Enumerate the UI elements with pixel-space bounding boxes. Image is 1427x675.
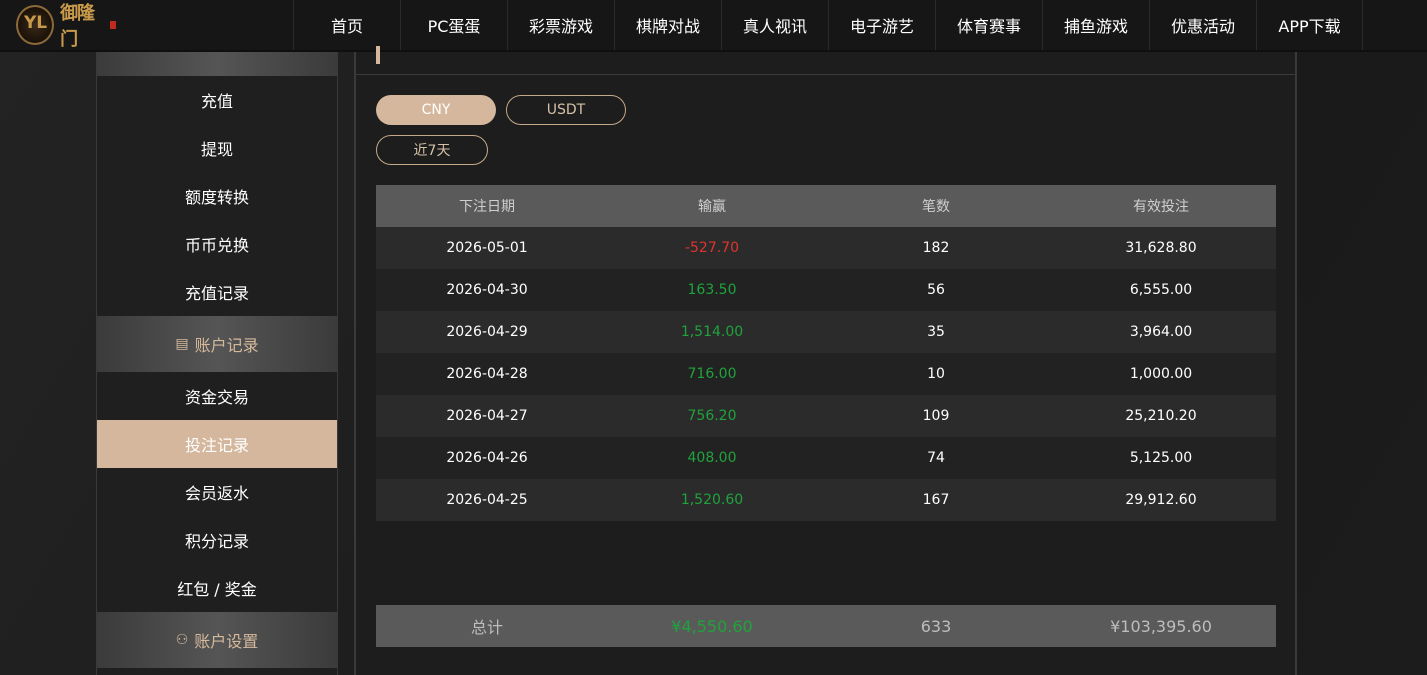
col-header-date: 下注日期 bbox=[459, 199, 515, 215]
sidebar-item-bet-records[interactable]: 投注记录 bbox=[97, 420, 337, 468]
cell-date: 2026-05-01 bbox=[446, 240, 528, 256]
panel-header bbox=[356, 46, 1295, 75]
currency-tab-cny[interactable]: CNY bbox=[376, 95, 496, 125]
cell-count: 109 bbox=[922, 408, 950, 424]
logo-emblem-icon: YL bbox=[16, 5, 55, 45]
table-row: 2026-04-29 1,514.00 35 3,964.00 bbox=[376, 311, 1276, 353]
cell-valid-bet: 6,555.00 bbox=[1129, 282, 1193, 298]
nav-chess-cards[interactable]: 棋牌对战 bbox=[614, 0, 721, 50]
nav-pc-egg[interactable]: PC蛋蛋 bbox=[400, 0, 507, 50]
panel-title-marker bbox=[376, 46, 380, 64]
cell-count: 56 bbox=[927, 282, 945, 298]
total-valid-bet: ¥103,395.60 bbox=[1110, 616, 1212, 636]
cell-valid-bet: 1,000.00 bbox=[1129, 366, 1193, 382]
sidebar-section-records-label: 账户记录 bbox=[194, 336, 259, 355]
table-header: 下注日期 输赢 笔数 有效投注 bbox=[376, 185, 1276, 227]
cell-valid-bet: 3,964.00 bbox=[1129, 324, 1193, 340]
cell-count: 35 bbox=[927, 324, 945, 340]
cell-count: 167 bbox=[922, 492, 950, 508]
total-winloss: ¥4,550.60 bbox=[671, 616, 753, 636]
sidebar-item-deposit-history[interactable]: 充值记录 bbox=[97, 268, 337, 316]
table-row: 2026-04-25 1,520.60 167 29,912.60 bbox=[376, 479, 1276, 521]
brand-logo[interactable]: YL 御隆门 bbox=[16, 3, 116, 50]
main-nav: 首页 PC蛋蛋 彩票游戏 棋牌对战 真人视讯 电子游艺 体育赛事 捕鱼游戏 优惠… bbox=[293, 0, 1363, 50]
cell-winloss: 716.00 bbox=[687, 366, 737, 382]
cell-date: 2026-04-28 bbox=[446, 366, 528, 382]
nav-live-casino[interactable]: 真人视讯 bbox=[721, 0, 828, 50]
table-row: 2026-04-28 716.00 10 1,000.00 bbox=[376, 353, 1276, 395]
sidebar-section-settings[interactable]: ⚇ 账户设置 bbox=[97, 612, 337, 668]
sidebar-item-bonus[interactable]: 红包 / 奖金 bbox=[97, 564, 337, 612]
cell-date: 2026-04-27 bbox=[446, 408, 528, 424]
cell-date: 2026-04-26 bbox=[446, 450, 528, 466]
total-count: 633 bbox=[920, 616, 952, 636]
nav-lottery[interactable]: 彩票游戏 bbox=[507, 0, 614, 50]
sidebar-item-withdraw[interactable]: 提现 bbox=[97, 124, 337, 172]
cell-date: 2026-04-30 bbox=[446, 282, 528, 298]
bet-records-table: 下注日期 输赢 笔数 有效投注 2026-05-01 -527.70 182 3… bbox=[376, 185, 1276, 521]
sidebar-item-coin-exchange[interactable]: 币币兑换 bbox=[97, 220, 337, 268]
nav-promotions[interactable]: 优惠活动 bbox=[1149, 0, 1256, 50]
nav-slots[interactable]: 电子游艺 bbox=[828, 0, 935, 50]
col-header-winloss: 输赢 bbox=[698, 199, 726, 215]
currency-tab-usdt[interactable]: USDT bbox=[506, 95, 626, 125]
cell-valid-bet: 25,210.20 bbox=[1125, 408, 1197, 424]
logo-seal-icon bbox=[110, 21, 116, 29]
sidebar-section-funds bbox=[97, 52, 337, 76]
user-settings-icon: ⚇ bbox=[175, 632, 189, 648]
cell-winloss: 1,514.00 bbox=[680, 324, 744, 340]
nav-fishing[interactable]: 捕鱼游戏 bbox=[1042, 0, 1149, 50]
cell-winloss: 408.00 bbox=[687, 450, 737, 466]
table-row: 2026-04-26 408.00 74 5,125.00 bbox=[376, 437, 1276, 479]
cell-count: 182 bbox=[922, 240, 950, 256]
sidebar-section-settings-label: 账户设置 bbox=[194, 632, 259, 651]
col-header-valid-bet: 有效投注 bbox=[1133, 199, 1189, 215]
period-filter-7days[interactable]: 近7天 bbox=[376, 135, 488, 165]
top-navbar: YL 御隆门 首页 PC蛋蛋 彩票游戏 棋牌对战 真人视讯 电子游艺 体育赛事 … bbox=[0, 0, 1427, 52]
cell-date: 2026-04-29 bbox=[446, 324, 528, 340]
brand-name: 御隆门 bbox=[60, 3, 95, 50]
cell-winloss: 756.20 bbox=[687, 408, 737, 424]
nav-sports[interactable]: 体育赛事 bbox=[935, 0, 1042, 50]
cell-winloss: 163.50 bbox=[687, 282, 737, 298]
nav-app-download[interactable]: APP下载 bbox=[1256, 0, 1363, 50]
cell-valid-bet: 29,912.60 bbox=[1125, 492, 1197, 508]
sidebar-item-points[interactable]: 积分记录 bbox=[97, 516, 337, 564]
record-icon: ▤ bbox=[175, 336, 189, 352]
sidebar-item-rebate[interactable]: 会员返水 bbox=[97, 468, 337, 516]
table-row: 2026-04-30 163.50 56 6,555.00 bbox=[376, 269, 1276, 311]
cell-date: 2026-04-25 bbox=[446, 492, 528, 508]
nav-home[interactable]: 首页 bbox=[293, 0, 400, 50]
sidebar-item-deposit[interactable]: 充值 bbox=[97, 76, 337, 124]
sidebar-item-fund-transactions[interactable]: 资金交易 bbox=[97, 372, 337, 420]
table-row: 2026-05-01 -527.70 182 31,628.80 bbox=[376, 227, 1276, 269]
sidebar-section-records[interactable]: ▤ 账户记录 bbox=[97, 316, 337, 372]
col-header-count: 笔数 bbox=[922, 199, 950, 215]
table-row: 2026-04-27 756.20 109 25,210.20 bbox=[376, 395, 1276, 437]
table-total-row: 总计 ¥4,550.60 633 ¥103,395.60 bbox=[376, 605, 1276, 647]
cell-valid-bet: 31,628.80 bbox=[1125, 240, 1197, 256]
cell-winloss: -527.70 bbox=[684, 240, 740, 256]
account-sidebar: 充值 提现 额度转换 币币兑换 充值记录 ▤ 账户记录 资金交易 投注记录 会员… bbox=[96, 52, 338, 675]
cell-valid-bet: 5,125.00 bbox=[1129, 450, 1193, 466]
cell-winloss: 1,520.60 bbox=[680, 492, 744, 508]
bet-records-panel: CNY USDT 近7天 下注日期 输赢 笔数 有效投注 2026-05-01 … bbox=[354, 46, 1297, 675]
total-label: 总计 bbox=[470, 618, 503, 637]
sidebar-item-transfer[interactable]: 额度转换 bbox=[97, 172, 337, 220]
cell-count: 74 bbox=[927, 450, 945, 466]
cell-count: 10 bbox=[927, 366, 945, 382]
